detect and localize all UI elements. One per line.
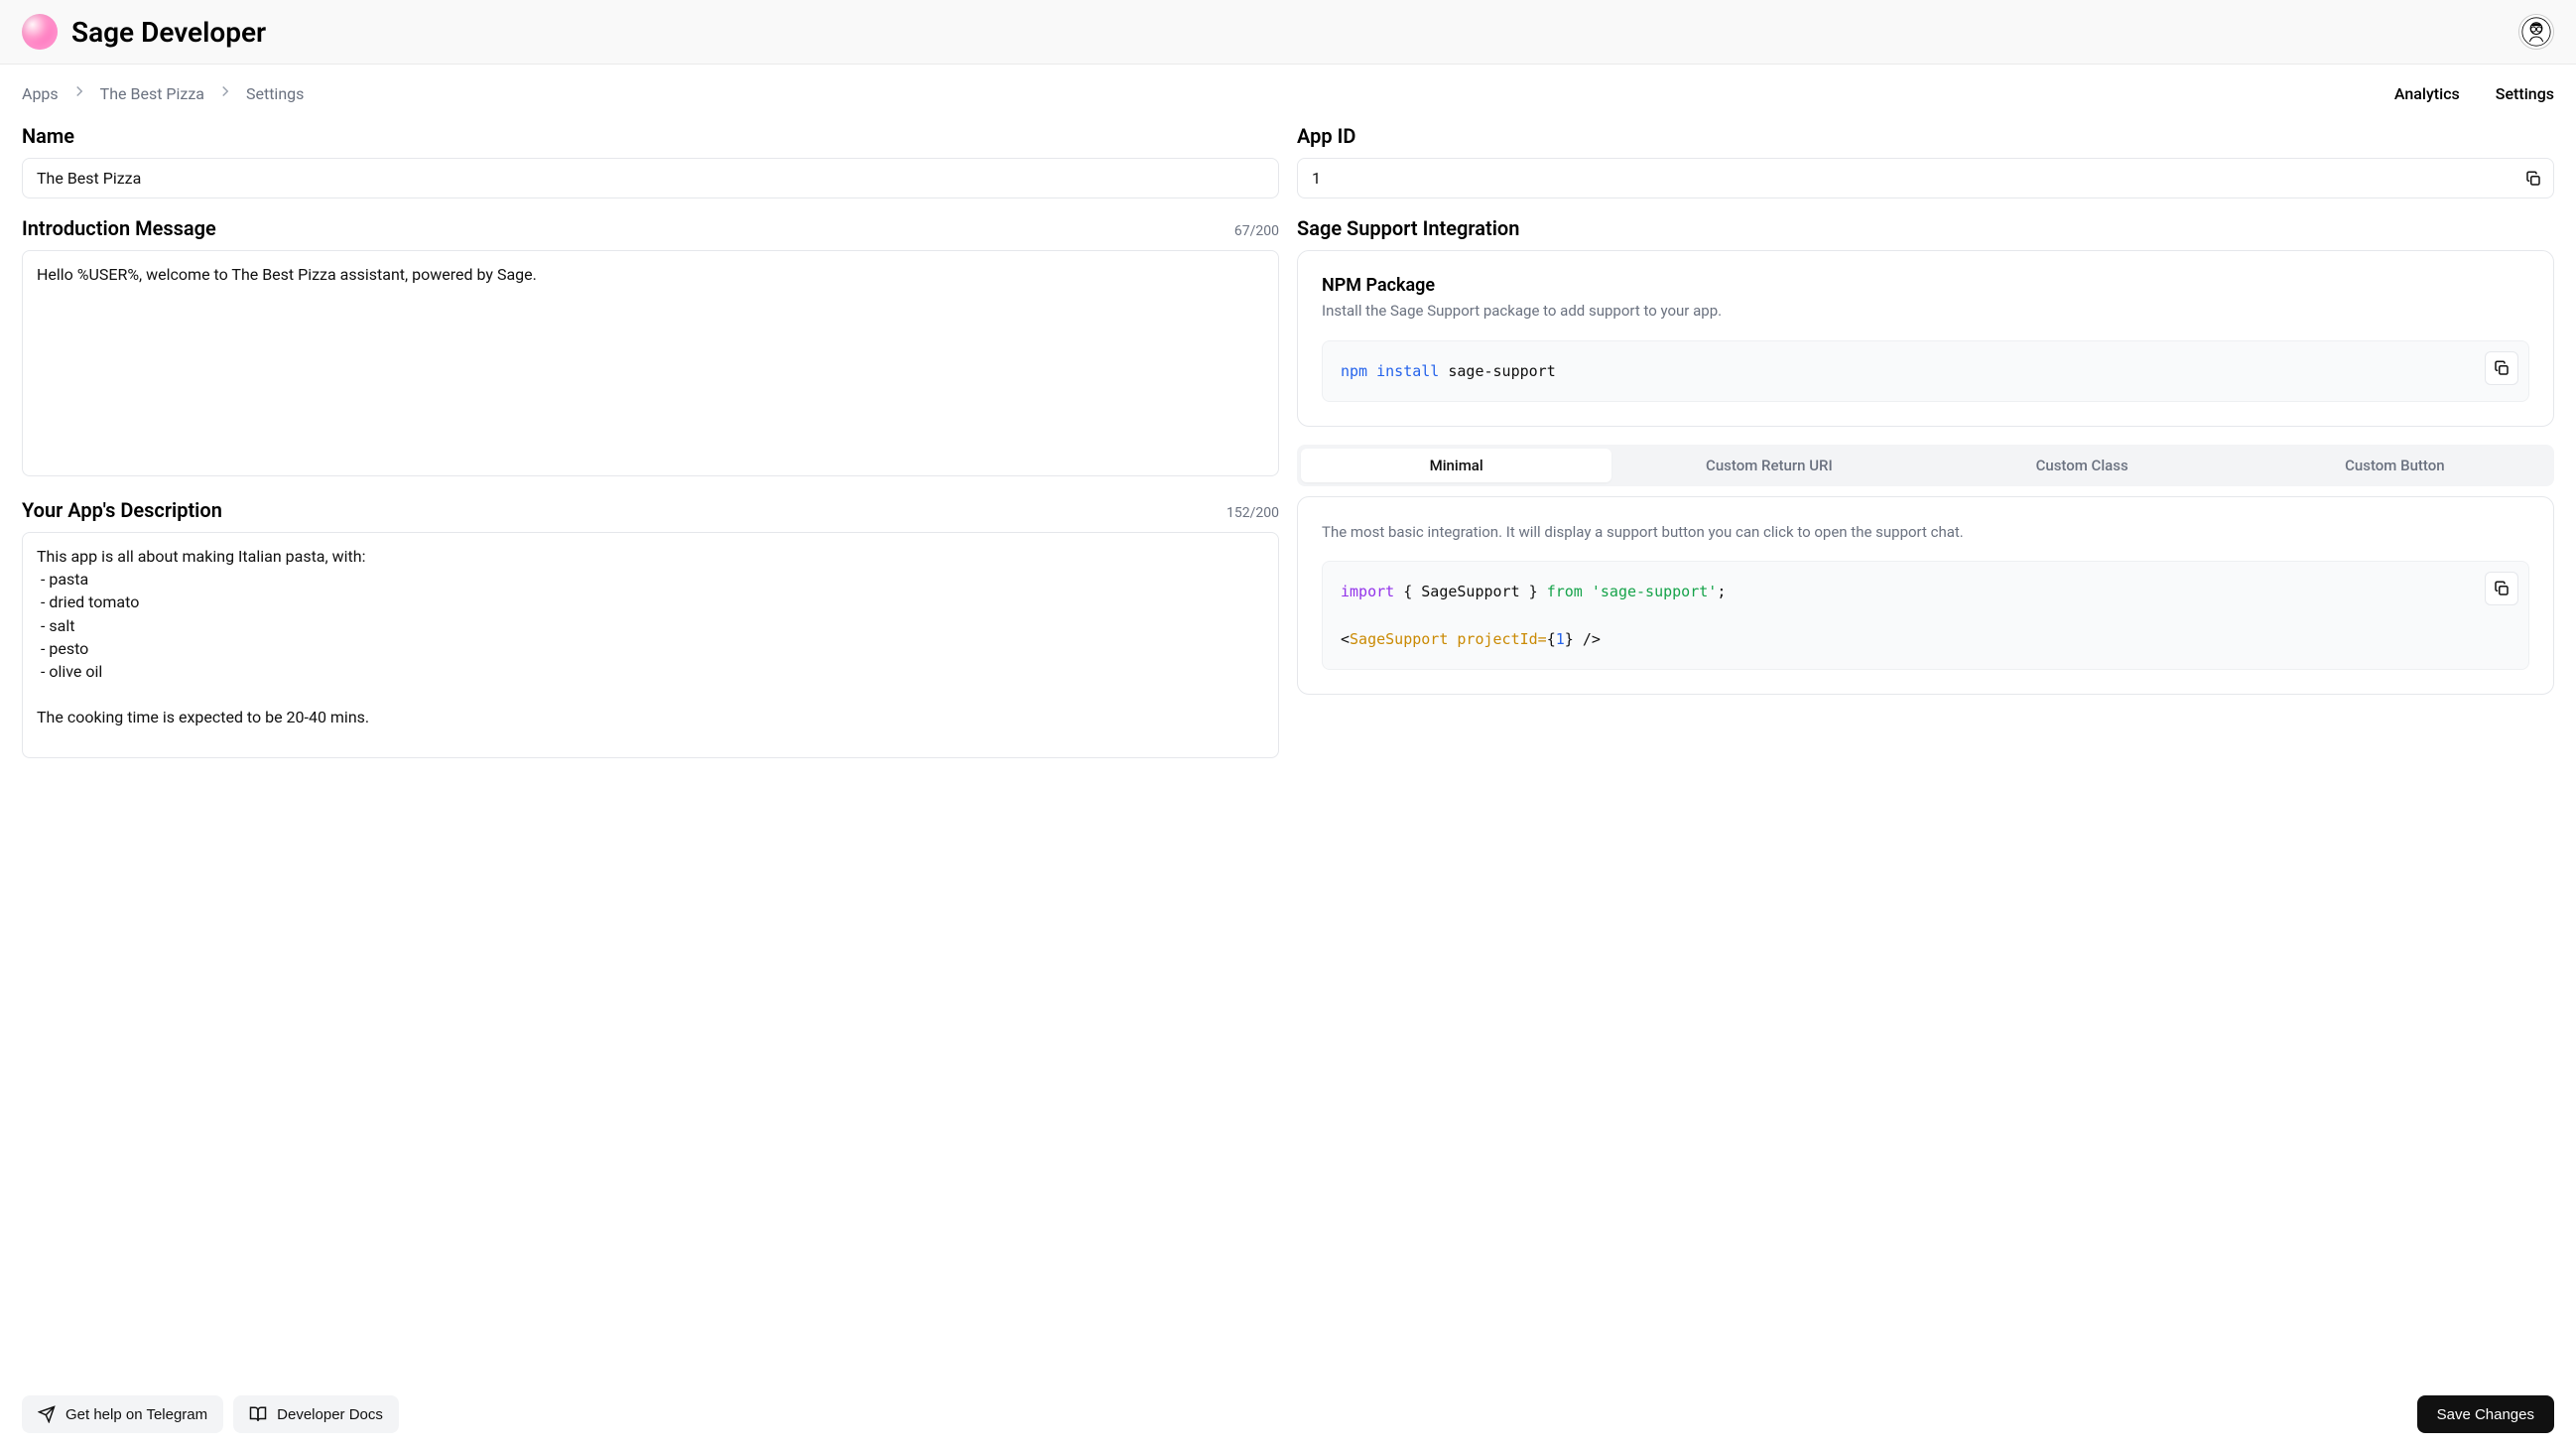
- copy-icon: [2493, 359, 2511, 377]
- npm-code-block: npm install sage-support: [1322, 340, 2529, 402]
- main-content: Name Introduction Message 67/200 Your Ap…: [0, 114, 2576, 852]
- nav-settings[interactable]: Settings: [2496, 84, 2554, 103]
- app-title: Sage Developer: [71, 16, 266, 49]
- integration-tabs: Minimal Custom Return URI Custom Class C…: [1297, 445, 2554, 486]
- breadcrumb: Apps The Best Pizza Settings: [22, 82, 304, 104]
- tab-custom-uri[interactable]: Custom Return URI: [1613, 449, 1924, 482]
- nav-analytics[interactable]: Analytics: [2394, 84, 2460, 103]
- breadcrumb-settings: Settings: [246, 84, 304, 103]
- code-tok: import: [1341, 583, 1394, 600]
- header-left: Sage Developer: [22, 14, 266, 50]
- desc-label: Your App's Description: [22, 498, 222, 522]
- footer: Get help on Telegram Developer Docs Save…: [0, 1380, 2576, 1449]
- avatar[interactable]: [2518, 14, 2554, 50]
- integration-code-block: import { SageSupport } from 'sage-suppor…: [1322, 561, 2529, 670]
- desc-textarea[interactable]: [22, 532, 1279, 758]
- footer-left: Get help on Telegram Developer Docs: [22, 1395, 399, 1433]
- npm-desc: Install the Sage Support package to add …: [1322, 300, 2529, 323]
- code-tok: from: [1547, 583, 1583, 600]
- breadcrumb-app-name[interactable]: The Best Pizza: [100, 84, 204, 103]
- telegram-help-button[interactable]: Get help on Telegram: [22, 1395, 223, 1433]
- intro-textarea[interactable]: [22, 250, 1279, 476]
- developer-docs-button[interactable]: Developer Docs: [233, 1395, 399, 1433]
- minimal-desc: The most basic integration. It will disp…: [1322, 521, 2529, 544]
- tab-minimal[interactable]: Minimal: [1301, 449, 1611, 482]
- code-tok: ;: [1717, 583, 1726, 600]
- code-pkg: sage-support: [1448, 362, 1555, 380]
- code-tok: projectId=: [1457, 630, 1546, 648]
- avatar-icon: [2521, 17, 2551, 47]
- code-tok: { SageSupport }: [1403, 583, 1537, 600]
- copy-integration-button[interactable]: [2485, 572, 2518, 605]
- name-label: Name: [22, 124, 1279, 148]
- code-tok: SageSupport: [1350, 630, 1448, 648]
- name-input[interactable]: [22, 158, 1279, 198]
- desc-char-count: 152/200: [1226, 505, 1279, 521]
- code-tok: 'sage-support': [1592, 583, 1717, 600]
- desc-label-row: Your App's Description 152/200: [22, 498, 1279, 522]
- left-column: Name Introduction Message 67/200 Your Ap…: [22, 124, 1279, 762]
- appid-label: App ID: [1297, 124, 2554, 148]
- tab-custom-class[interactable]: Custom Class: [1927, 449, 2238, 482]
- code-tok: <: [1341, 630, 1350, 648]
- npm-title: NPM Package: [1322, 275, 2529, 296]
- chevron-right-icon: [70, 82, 88, 104]
- appid-row: [1297, 158, 2554, 198]
- save-changes-button[interactable]: Save Changes: [2417, 1395, 2554, 1433]
- integration-label: Sage Support Integration: [1297, 216, 2554, 240]
- code-tok: {: [1547, 630, 1556, 648]
- code-tok: 1: [1556, 630, 1565, 648]
- subheader: Apps The Best Pizza Settings Analytics S…: [0, 65, 2576, 114]
- nav-links: Analytics Settings: [2394, 84, 2554, 103]
- send-icon: [38, 1405, 56, 1423]
- copy-npm-button[interactable]: [2485, 351, 2518, 385]
- copy-icon: [2493, 580, 2511, 597]
- code-tok: }: [1565, 630, 1574, 648]
- code-sub: install: [1376, 362, 1439, 380]
- telegram-label: Get help on Telegram: [65, 1406, 207, 1423]
- code-cmd: npm: [1341, 362, 1367, 380]
- breadcrumb-apps[interactable]: Apps: [22, 84, 59, 103]
- intro-label: Introduction Message: [22, 216, 216, 240]
- tab-content-minimal: The most basic integration. It will disp…: [1297, 496, 2554, 696]
- intro-label-row: Introduction Message 67/200: [22, 216, 1279, 240]
- logo-icon: [22, 14, 58, 50]
- appid-input[interactable]: [1297, 158, 2554, 198]
- docs-label: Developer Docs: [277, 1406, 383, 1423]
- code-tok: />: [1574, 630, 1601, 648]
- npm-card: NPM Package Install the Sage Support pac…: [1297, 250, 2554, 427]
- copy-icon: [2524, 170, 2542, 188]
- chevron-right-icon: [216, 82, 234, 104]
- header: Sage Developer: [0, 0, 2576, 65]
- copy-appid-button[interactable]: [2520, 166, 2546, 192]
- intro-char-count: 67/200: [1234, 223, 1279, 239]
- right-column: App ID Sage Support Integration NPM Pack…: [1297, 124, 2554, 762]
- tab-custom-button[interactable]: Custom Button: [2240, 449, 2550, 482]
- book-icon: [249, 1405, 267, 1423]
